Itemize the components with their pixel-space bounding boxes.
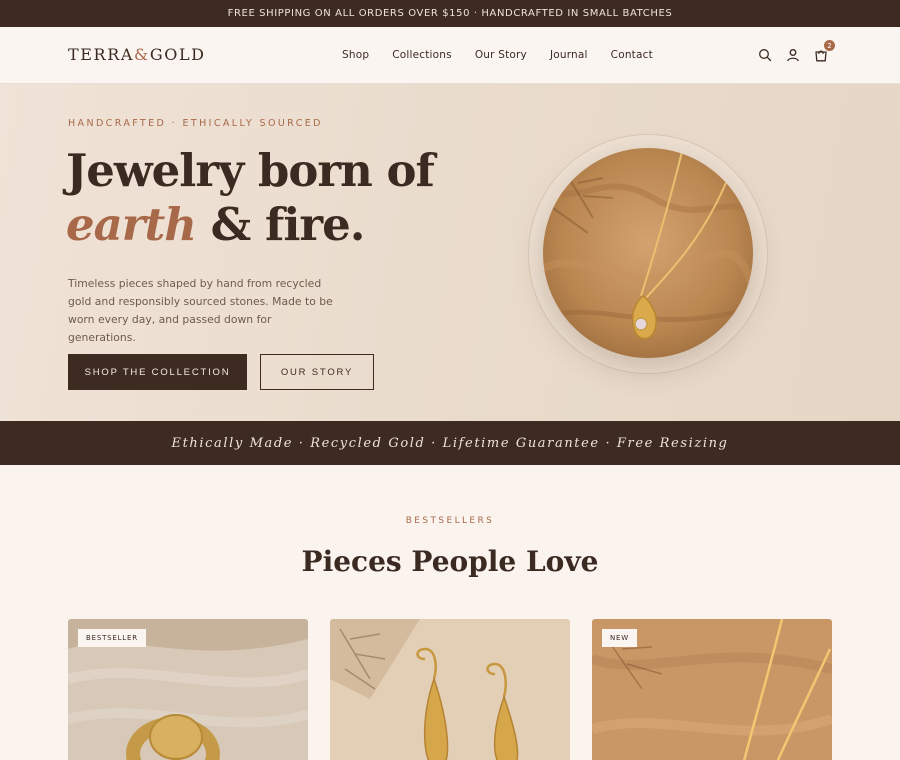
values-banner-text: Ethically Made · Recycled Gold · Lifetim… [171, 435, 729, 451]
product-card-chain-necklace[interactable]: NEW [592, 619, 832, 760]
announcement-bar: FREE SHIPPING ON ALL ORDERS OVER $150 · … [0, 0, 900, 27]
logo-ampersand: & [134, 45, 150, 64]
bestsellers-eyebrow: BESTSELLERS [405, 516, 495, 526]
shop-collection-button[interactable]: SHOP THE COLLECTION [68, 354, 247, 390]
headline-line1: Jewelry born of [66, 144, 435, 197]
announcement-text: FREE SHIPPING ON ALL ORDERS OVER $150 · … [227, 8, 673, 19]
headline-rest: & fire. [196, 198, 366, 251]
values-banner: Ethically Made · Recycled Gold · Lifetim… [0, 421, 900, 465]
nav-our-story[interactable]: Our Story [475, 49, 527, 61]
main-nav: Shop Collections Our Story Journal Conta… [342, 49, 676, 61]
site-header: TERRA&GOLD Shop Collections Our Story Jo… [0, 27, 900, 84]
nav-collections[interactable]: Collections [392, 49, 452, 61]
search-icon[interactable] [758, 47, 772, 62]
hero-headline: Jewelry born of earth & fire. [66, 144, 435, 252]
brand-logo[interactable]: TERRA&GOLD [68, 45, 206, 64]
product-card-drop-earrings[interactable] [330, 619, 570, 760]
bestsellers-section: BESTSELLERS Pieces People Love BESTSELLE… [0, 465, 900, 760]
nav-shop[interactable]: Shop [342, 49, 369, 61]
headline-accent: earth [66, 198, 197, 251]
nav-journal[interactable]: Journal [550, 49, 588, 61]
cart-icon[interactable]: 2 [814, 40, 835, 62]
account-icon[interactable] [786, 47, 800, 62]
new-badge: NEW [602, 629, 637, 647]
logo-text-gold: GOLD [149, 45, 206, 64]
hero-section: HANDCRAFTED · ETHICALLY SOURCED Jewelry … [0, 84, 900, 421]
our-story-button[interactable]: OUR STORY [260, 354, 374, 390]
bestsellers-title: Pieces People Love [301, 545, 599, 578]
nav-contact[interactable]: Contact [611, 49, 653, 61]
cart-count-badge: 2 [824, 40, 835, 51]
product-card-signet-ring[interactable]: BESTSELLER [68, 619, 308, 760]
bestseller-badge: BESTSELLER [78, 629, 146, 647]
header-actions: 2 [758, 40, 835, 62]
logo-text-terra: TERRA [68, 45, 134, 64]
hero-eyebrow: HANDCRAFTED · ETHICALLY SOURCED [68, 118, 323, 129]
hero-subtext: Timeless pieces shaped by hand from recy… [68, 277, 333, 344]
hero-necklace-image [543, 148, 753, 358]
